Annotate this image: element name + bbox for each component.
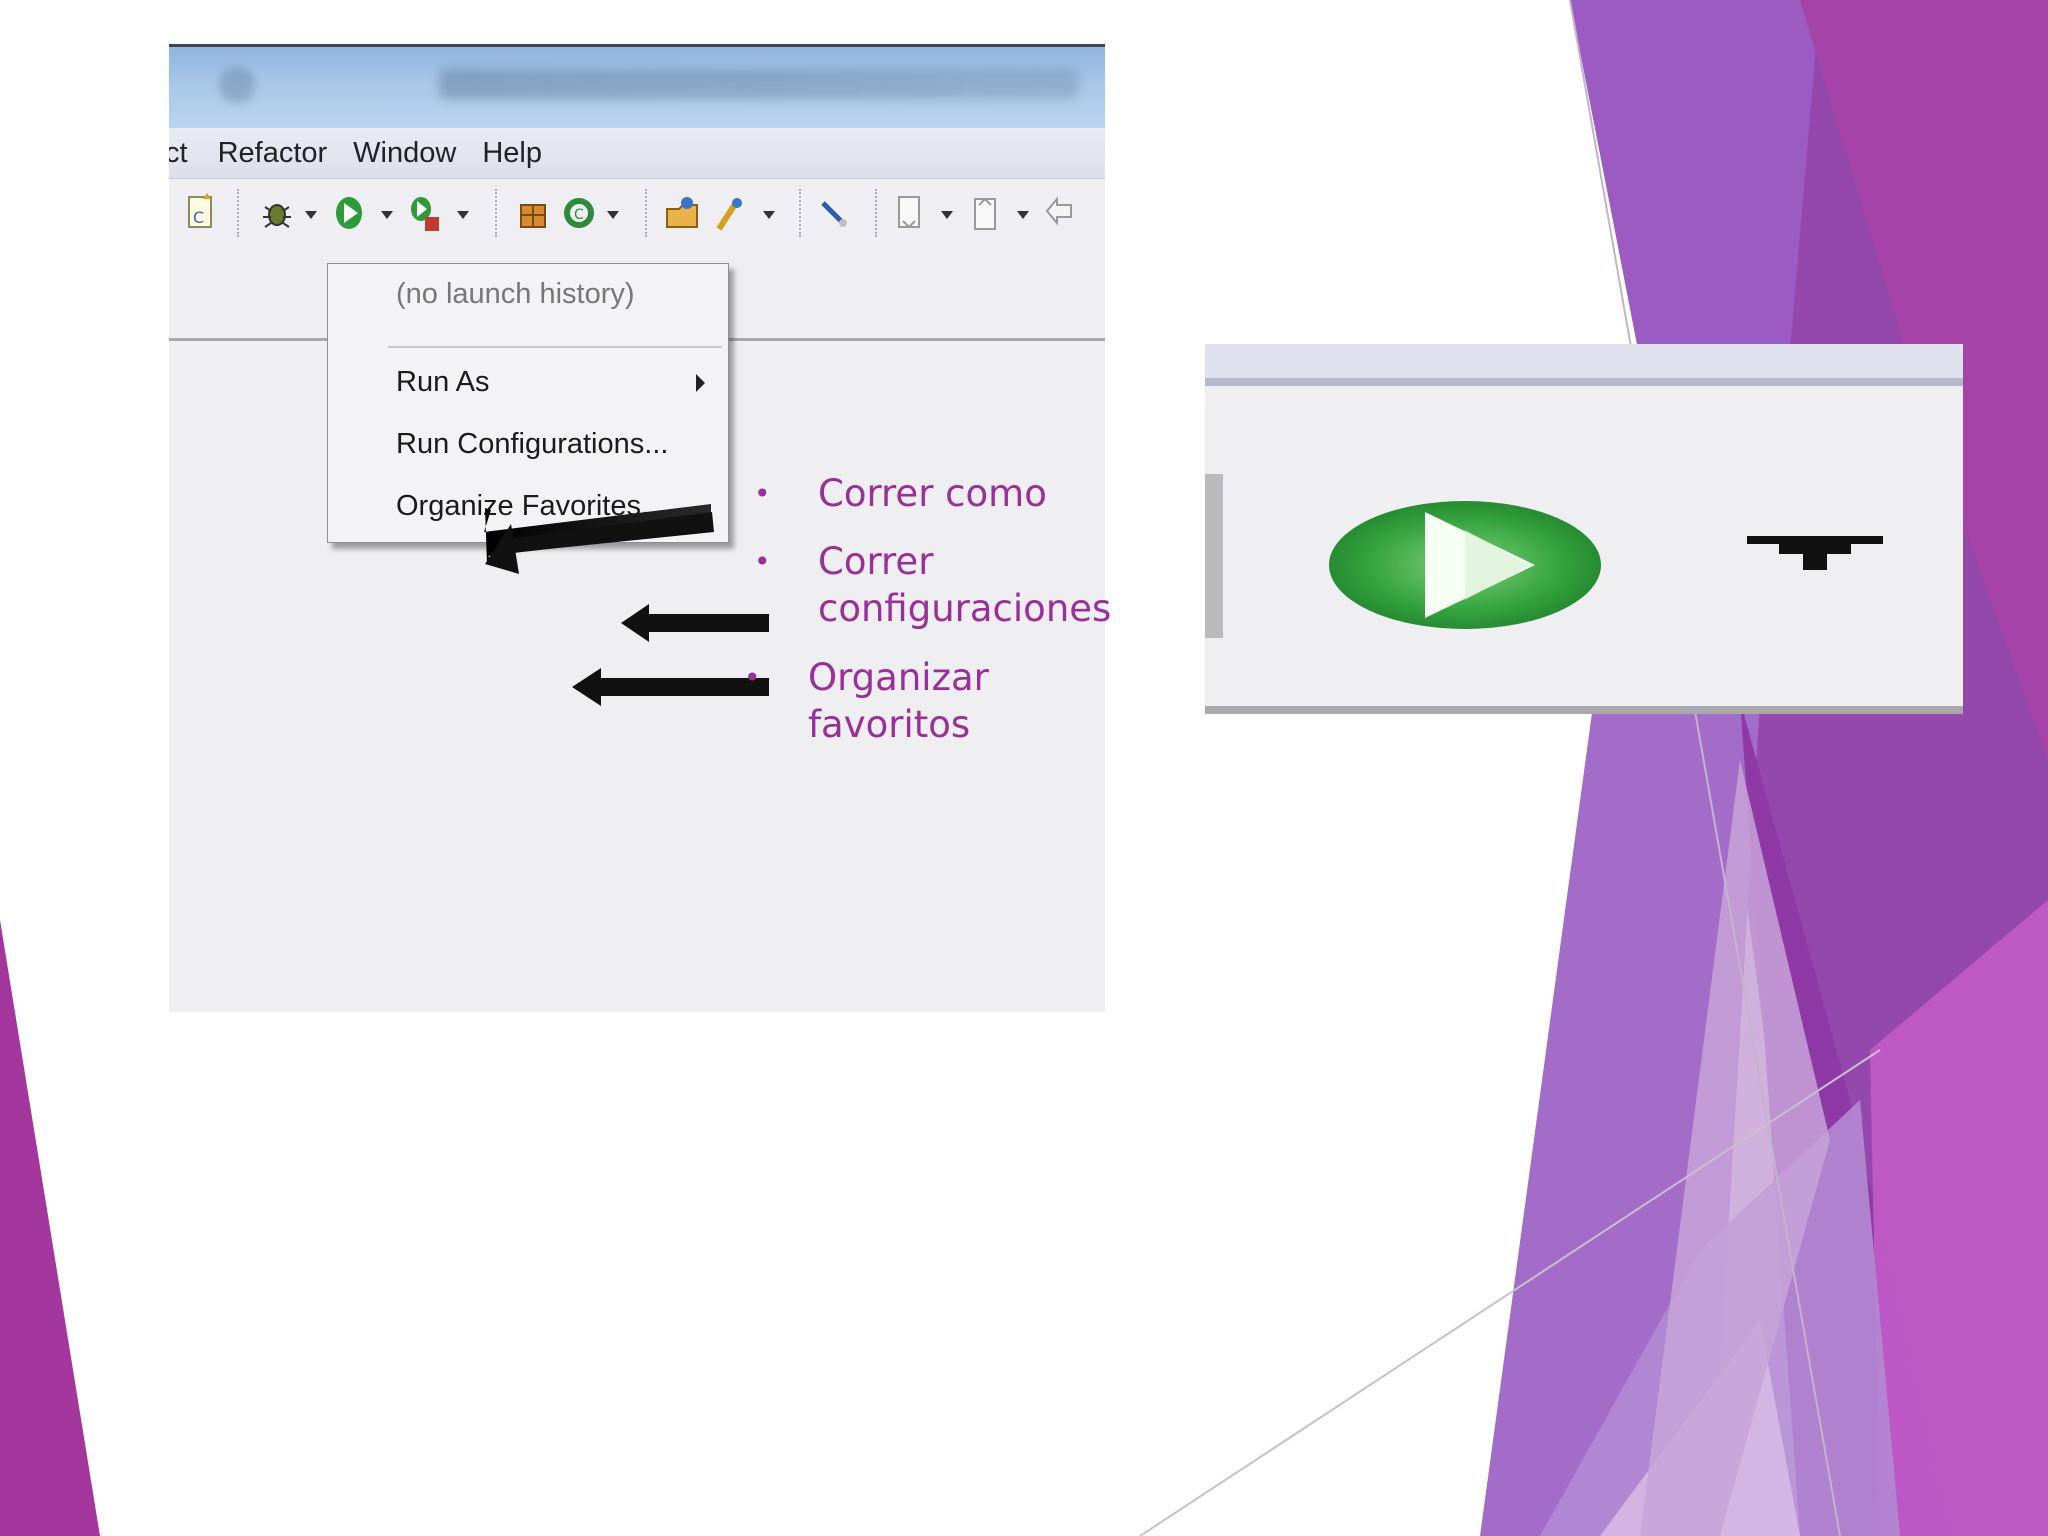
dropdown-arrow-icon[interactable] bbox=[1747, 536, 1887, 582]
run-icon[interactable] bbox=[1315, 490, 1615, 640]
eclipse-screenshot: ct Refactor Window Help C C (no launch h… bbox=[169, 44, 1105, 1012]
bullet-dot: • bbox=[754, 477, 771, 510]
arrow-icon bbox=[572, 668, 769, 706]
arrow-icon bbox=[484, 504, 714, 574]
zoom-top-band bbox=[1205, 344, 1963, 378]
bullet-text: Correr como bbox=[818, 472, 1047, 515]
bullet-text: Organizar bbox=[808, 656, 989, 699]
bullet-text: configuraciones bbox=[818, 587, 1112, 630]
bullet-dot: • bbox=[754, 545, 771, 578]
bullet-dot: • bbox=[744, 661, 761, 694]
bullet-text: favoritos bbox=[808, 703, 971, 746]
pointer-arrows bbox=[484, 504, 769, 706]
zoom-left-bar bbox=[1205, 474, 1223, 638]
zoom-bottom-line bbox=[1205, 706, 1963, 714]
zoom-top-line bbox=[1205, 378, 1963, 386]
bullet-text: Correr bbox=[818, 540, 934, 583]
arrow-icon bbox=[621, 604, 769, 642]
zoomed-run-button bbox=[1205, 344, 1963, 714]
